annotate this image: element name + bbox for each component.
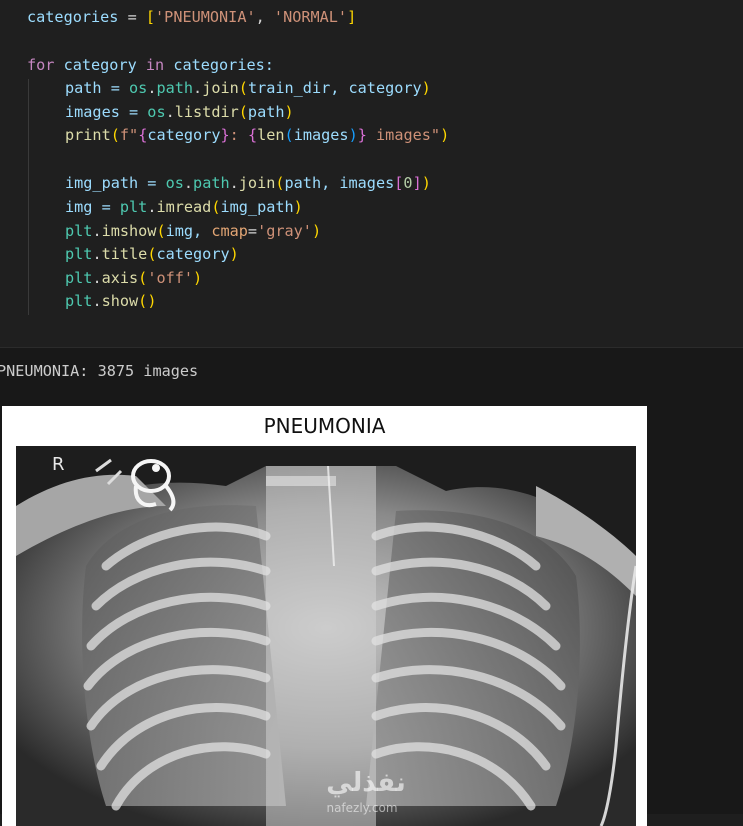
cell-output: PNEUMONIA: 3875 images PNEUMONIA R نفذلي… [0,347,743,826]
code-line-7: img = plt.imread(img_path) [65,198,303,216]
watermark-logo: نفذلي [326,768,406,798]
figure-title: PNEUMONIA [263,414,386,438]
indent-guide [28,79,29,315]
code-line-4: images = os.listdir(path) [65,103,294,121]
code-line-1: categories = ['PNEUMONIA', 'NORMAL'] [27,8,357,26]
code-line-10: plt.axis('off') [65,269,203,287]
stdout-text: PNEUMONIA: 3875 images [0,362,199,380]
matplotlib-figure: PNEUMONIA R نفذلي nafezly.com [2,406,647,826]
code-line-11: plt.show() [65,292,157,310]
code-line-8: plt.imshow(img, cmap='gray') [65,222,322,240]
code-line-3: path = os.path.join(train_dir, category) [65,79,431,97]
code-line-2: for category in categories: [27,56,274,74]
xray-illustration: R نفذلي nafezly.com [16,446,636,826]
code-line-9: plt.title(category) [65,245,239,263]
code-cell[interactable]: categories = ['PNEUMONIA', 'NORMAL'] for… [0,0,743,347]
xray-side-marker: R [52,454,65,475]
code-line-6: img_path = os.path.join(path, images[0]) [65,174,431,192]
xray-image: R نفذلي nafezly.com [16,446,636,826]
code-line-5: print(f"{category}: {len(images)} images… [65,126,450,144]
